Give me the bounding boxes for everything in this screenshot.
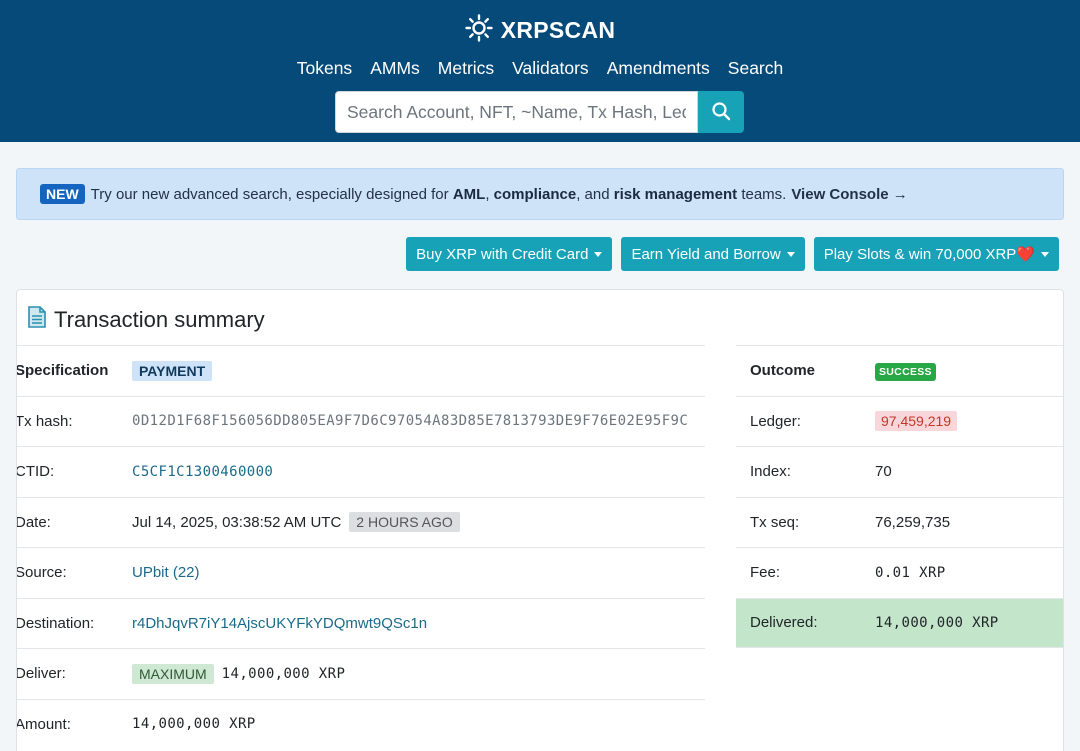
aml-text: AML bbox=[452, 185, 486, 203]
nav-search[interactable]: Search bbox=[728, 58, 783, 79]
tx-hash-value[interactable]: 0D12D1F68F156056DD805EA9F7D6C97054A83D85… bbox=[132, 413, 688, 429]
details-table: Specification PAYMENT Tx hash: 0D12D1F68… bbox=[16, 345, 705, 750]
time-ago-badge: 2 HOURS AGO bbox=[349, 512, 460, 533]
index-label: Index: bbox=[750, 463, 791, 481]
caret-down-icon bbox=[594, 251, 603, 257]
specification-label: Specification bbox=[16, 362, 109, 380]
nav-metrics[interactable]: Metrics bbox=[438, 58, 494, 79]
earn-yield-label: Earn Yield and Borrow bbox=[631, 245, 781, 263]
nav-validators[interactable]: Validators bbox=[512, 58, 589, 79]
row-outcome: Outcome SUCCESS bbox=[736, 345, 1063, 396]
outcome-table: Outcome SUCCESS Ledger: 97,459,219 Index… bbox=[736, 345, 1063, 648]
nav-amms[interactable]: AMMs bbox=[370, 58, 420, 79]
separator-text: , and bbox=[576, 185, 610, 203]
success-badge: SUCCESS bbox=[875, 363, 936, 382]
row-source: Source: UPbit (22) bbox=[16, 547, 705, 598]
search-button[interactable] bbox=[698, 91, 744, 133]
row-date: Date: Jul 14, 2025, 03:38:52 AM UTC 2 HO… bbox=[16, 496, 705, 548]
destination-link[interactable]: r4DhJqvR7iY14AjscUKYFkYDQmwt9QSc1n bbox=[132, 615, 427, 632]
outcome-label: Outcome bbox=[750, 362, 816, 380]
deliver-label: Deliver: bbox=[16, 665, 66, 683]
announcement-banner: NEW Try our new advanced search, especia… bbox=[16, 168, 1064, 220]
transaction-summary-card: Transaction summary Specification PAYMEN… bbox=[16, 289, 1064, 751]
tx-seq-label: Tx seq: bbox=[750, 513, 800, 531]
search-bar bbox=[335, 91, 744, 133]
amount-label: Amount: bbox=[16, 715, 71, 733]
caret-down-icon bbox=[1041, 251, 1049, 257]
separator-text: , bbox=[485, 185, 490, 203]
delivered-value: 14,000,000 XRP bbox=[875, 614, 999, 631]
nav-tokens[interactable]: Tokens bbox=[297, 58, 352, 79]
specification-badge: PAYMENT bbox=[132, 360, 213, 381]
new-badge: NEW bbox=[40, 184, 85, 204]
buy-xrp-dropdown[interactable]: Buy XRP with Credit Card bbox=[406, 237, 613, 271]
row-delivered: Delivered: 14,000,000 XRP bbox=[736, 597, 1063, 648]
risk-management-text: risk management bbox=[613, 185, 738, 203]
search-icon bbox=[711, 101, 731, 124]
compliance-text: compliance bbox=[493, 185, 577, 203]
row-amount: Amount: 14,000,000 XRP bbox=[16, 698, 705, 750]
logo-text: XRPSCAN bbox=[500, 17, 616, 43]
source-label: Source: bbox=[16, 564, 67, 582]
date-label: Date: bbox=[16, 513, 51, 531]
document-icon bbox=[28, 306, 46, 334]
play-slots-label: Play Slots & win 70,000 XRP❤️ bbox=[823, 246, 1035, 263]
destination-label: Destination: bbox=[16, 614, 95, 632]
buy-xrp-label: Buy XRP with Credit Card bbox=[416, 245, 589, 263]
deliver-value: 14,000,000 XRP bbox=[221, 665, 346, 682]
row-fee: Fee: 0.01 XRP bbox=[736, 547, 1063, 598]
view-console-link[interactable]: View Console → bbox=[791, 186, 907, 203]
logo[interactable]: XRPSCAN bbox=[0, 14, 1080, 47]
play-slots-dropdown[interactable]: Play Slots & win 70,000 XRP❤️ bbox=[813, 237, 1059, 271]
nav-amendments[interactable]: Amendments bbox=[607, 58, 710, 79]
search-input[interactable] bbox=[335, 91, 698, 133]
ctid-label: CTID: bbox=[16, 463, 55, 481]
action-buttons: Buy XRP with Credit Card Earn Yield and … bbox=[406, 237, 1059, 271]
teams-text: teams. bbox=[741, 185, 787, 203]
index-value: 70 bbox=[875, 463, 892, 481]
ledger-label: Ledger: bbox=[750, 412, 801, 430]
fee-value: 0.01 XRP bbox=[875, 564, 946, 581]
site-header: XRPSCAN Tokens AMMs Metrics Validators A… bbox=[0, 0, 1080, 142]
row-index: Index: 70 bbox=[736, 446, 1063, 497]
row-specification: Specification PAYMENT bbox=[16, 345, 705, 396]
card-title-text: Transaction summary bbox=[54, 307, 265, 332]
earn-yield-dropdown[interactable]: Earn Yield and Borrow bbox=[621, 237, 805, 271]
source-link[interactable]: UPbit (22) bbox=[132, 564, 200, 581]
ctid-link[interactable]: C5CF1C1300460000 bbox=[132, 464, 273, 480]
row-deliver: Deliver: MAXIMUM 14,000,000 XRP bbox=[16, 648, 705, 699]
card-title: Transaction summary bbox=[28, 306, 265, 334]
ledger-link[interactable]: 97,459,219 bbox=[875, 410, 958, 431]
row-ledger: Ledger: 97,459,219 bbox=[736, 395, 1063, 447]
tx-hash-label: Tx hash: bbox=[16, 412, 73, 430]
announcement-text: Try our new advanced search, especially … bbox=[90, 185, 449, 203]
row-destination: Destination: r4DhJqvR7iY14AjscUKYFkYDQmw… bbox=[16, 597, 705, 649]
tx-seq-value: 76,259,735 bbox=[875, 513, 951, 531]
delivered-label: Delivered: bbox=[750, 614, 818, 632]
caret-down-icon bbox=[786, 251, 795, 257]
date-value: Jul 14, 2025, 03:38:52 AM UTC bbox=[132, 513, 342, 531]
row-ctid: CTID: C5CF1C1300460000 bbox=[16, 446, 705, 497]
row-tx-hash: Tx hash: 0D12D1F68F156056DD805EA9F7D6C97… bbox=[16, 395, 705, 447]
maximum-badge: MAXIMUM bbox=[132, 663, 214, 684]
main-nav: Tokens AMMs Metrics Validators Amendment… bbox=[0, 58, 1080, 79]
sun-icon bbox=[465, 14, 493, 47]
row-tx-seq: Tx seq: 76,259,735 bbox=[736, 496, 1063, 548]
fee-label: Fee: bbox=[750, 564, 781, 582]
amount-value: 14,000,000 XRP bbox=[132, 716, 256, 733]
